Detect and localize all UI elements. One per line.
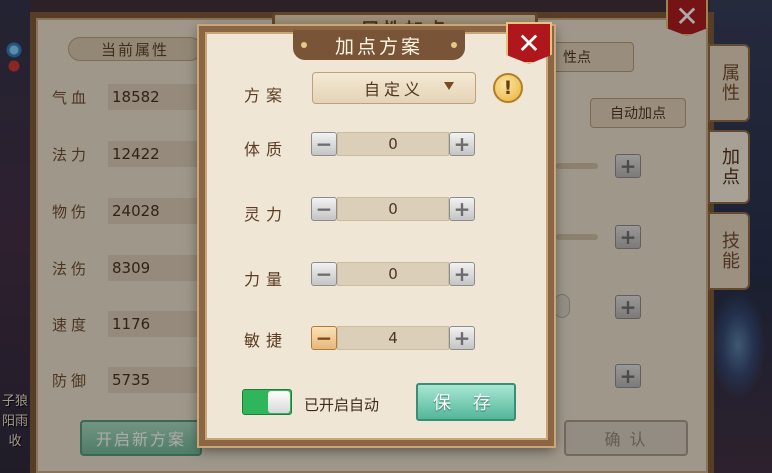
dialog-title: 加点方案 (293, 30, 465, 60)
save-button[interactable]: 保 存 (416, 383, 516, 421)
plus-icon[interactable]: + (449, 326, 475, 350)
minus-icon[interactable]: − (311, 197, 337, 221)
plus-icon[interactable]: + (449, 262, 475, 286)
auto-toggle-label: 已开启自动 (304, 396, 380, 414)
minus-icon[interactable]: − (311, 132, 337, 156)
stat-value: 4 (337, 326, 449, 350)
minus-icon[interactable]: − (311, 326, 337, 350)
info-warning-icon[interactable]: ! (493, 73, 523, 103)
stat-label: 灵力 (244, 205, 289, 224)
stat-value: 0 (337, 197, 449, 221)
stat-value: 0 (337, 132, 449, 156)
plus-icon[interactable]: + (449, 197, 475, 221)
dropdown-arrow-icon (444, 82, 454, 90)
stat-value: 0 (337, 262, 449, 286)
toggle-knob (268, 391, 290, 413)
close-icon: ✕ (517, 26, 541, 60)
stat-label: 力量 (244, 270, 289, 289)
scheme-label: 方案 (244, 86, 289, 105)
stat-label: 体质 (244, 140, 289, 159)
scheme-dropdown-value: 自定义 (363, 80, 424, 99)
minus-icon[interactable]: − (311, 262, 337, 286)
stat-label: 敏捷 (244, 331, 289, 350)
plus-icon[interactable]: + (449, 132, 475, 156)
auto-toggle[interactable] (242, 389, 292, 415)
